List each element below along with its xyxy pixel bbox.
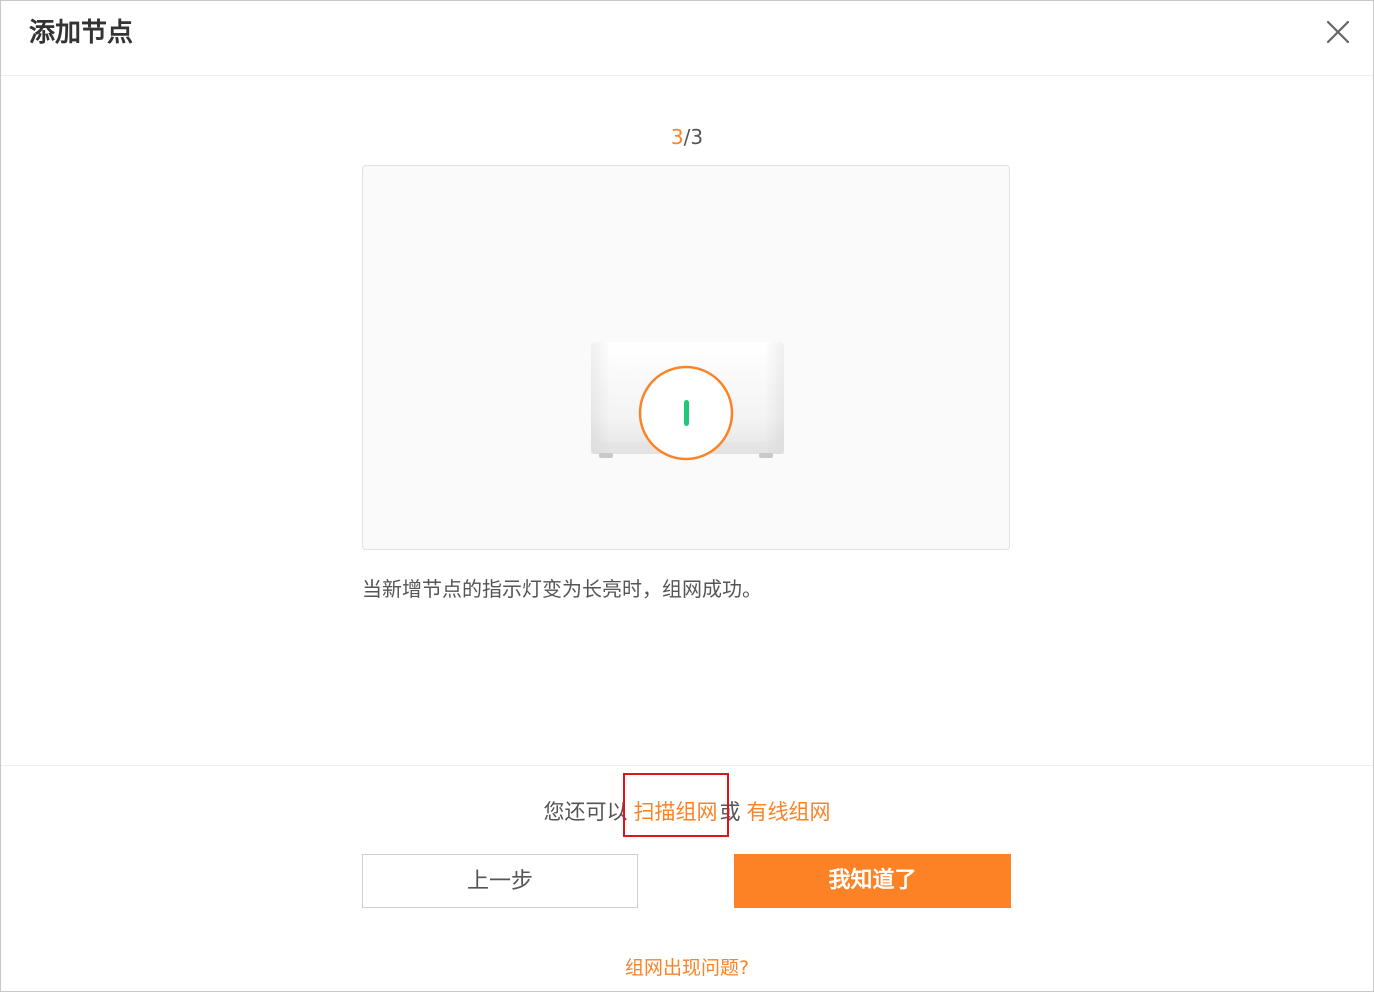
node-device-icon [591, 342, 784, 461]
add-node-dialog: 添加节点 3/3 当新增节点的指示灯变为长亮时，组网成功。 您还可以 扫描组网或… [0, 0, 1374, 992]
footer-divider [1, 765, 1373, 766]
total-steps: 3 [690, 125, 704, 149]
got-it-button[interactable]: 我知道了 [734, 854, 1011, 908]
instruction-text: 当新增节点的指示灯变为长亮时，组网成功。 [362, 577, 762, 601]
dialog-header: 添加节点 [1, 1, 1373, 76]
scan-network-link[interactable]: 扫描组网 [622, 773, 729, 837]
alternative-methods: 您还可以 扫描组网或 有线组网 [1, 773, 1373, 837]
wired-network-link[interactable]: 有线组网 [747, 800, 831, 824]
close-icon [1326, 20, 1350, 44]
indicator-light [684, 400, 689, 426]
current-step: 3 [670, 125, 684, 149]
previous-step-button[interactable]: 上一步 [362, 854, 638, 908]
alt-or: 或 [719, 800, 741, 824]
illustration-panel [362, 165, 1010, 550]
dialog-title: 添加节点 [29, 18, 134, 48]
close-button[interactable] [1325, 19, 1351, 45]
network-problem-link[interactable]: 组网出现问题? [1, 954, 1373, 982]
alt-prefix: 您还可以 [543, 800, 628, 824]
step-indicator: 3/3 [1, 123, 1373, 151]
